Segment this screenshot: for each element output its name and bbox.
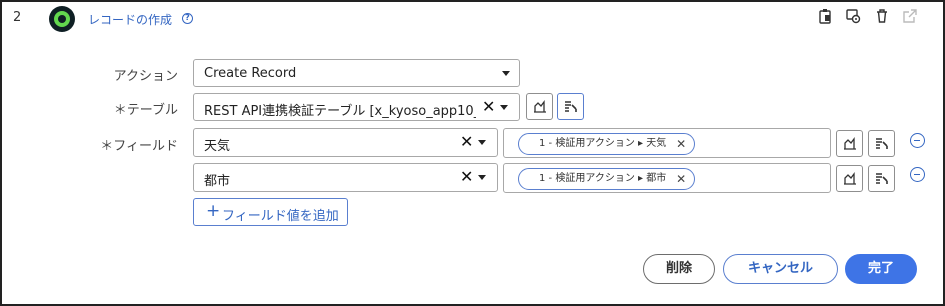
action-step-panel: 2 レコードの作成 ? アクション Create Record ＊テーブル RE…: [0, 0, 945, 306]
field-select[interactable]: 都市 ✕: [193, 163, 498, 192]
table-select[interactable]: REST API連携検証テーブル [x_kyoso_app10_r... ✕: [193, 93, 520, 121]
add-field-value-button[interactable]: + フィールド値を追加: [193, 198, 348, 226]
data-pill-label: 1 - 検証用アクション ▸ 天気: [539, 138, 667, 149]
cancel-button[interactable]: キャンセル: [723, 254, 838, 284]
data-pill-picker-button[interactable]: [526, 93, 553, 120]
trash-icon[interactable]: [874, 8, 890, 24]
chevron-down-icon: [500, 105, 508, 110]
field-select[interactable]: 天気 ✕: [193, 128, 498, 157]
step-title[interactable]: レコードの作成: [88, 11, 172, 28]
done-button[interactable]: 完了: [845, 254, 917, 284]
clear-icon[interactable]: ✕: [482, 98, 495, 116]
data-pill[interactable]: 1 - 検証用アクション ▸ 都市 ✕: [518, 168, 696, 190]
remove-field-icon[interactable]: [910, 167, 925, 182]
fields-label: ＊フィールド: [100, 139, 178, 154]
field-value-input[interactable]: 1 - 検証用アクション ▸ 都市 ✕: [503, 163, 831, 193]
field-value-input[interactable]: 1 - 検証用アクション ▸ 天気 ✕: [503, 128, 831, 158]
data-pill-picker-button[interactable]: [836, 130, 863, 157]
remove-pill-icon[interactable]: ✕: [676, 169, 686, 189]
data-pill[interactable]: 1 - 検証用アクション ▸ 天気 ✕: [518, 133, 696, 155]
reference-picker-button[interactable]: [868, 165, 895, 192]
action-label: アクション: [113, 69, 178, 84]
chevron-down-icon: [502, 71, 510, 76]
step-status-icon: [49, 6, 75, 32]
plus-icon: +: [206, 201, 221, 221]
table-value: REST API連携検証テーブル [x_kyoso_app10_r...: [204, 104, 476, 119]
data-pill-label: 1 - 検証用アクション ▸ 都市: [539, 173, 667, 184]
remove-field-icon[interactable]: [910, 133, 925, 148]
field-name: 天気: [204, 139, 231, 154]
action-select[interactable]: Create Record: [193, 59, 520, 87]
remove-pill-icon[interactable]: ✕: [676, 134, 686, 154]
reference-picker-button[interactable]: [557, 93, 584, 120]
step-number: 2: [13, 10, 22, 25]
delete-button[interactable]: 削除: [643, 254, 715, 284]
clipboard-icon[interactable]: [817, 8, 833, 24]
clear-icon[interactable]: ✕: [460, 168, 473, 186]
data-pill-picker-button[interactable]: [836, 165, 863, 192]
chevron-down-icon: [478, 175, 486, 180]
gear-badge-icon[interactable]: [845, 8, 861, 24]
reference-picker-button[interactable]: [868, 130, 895, 157]
action-value: Create Record: [204, 66, 297, 81]
clear-icon[interactable]: ✕: [460, 133, 473, 151]
field-name: 都市: [204, 174, 231, 189]
external-link-icon: [902, 8, 918, 24]
add-field-value-label: フィールド値を追加: [222, 209, 339, 224]
chevron-down-icon: [478, 140, 486, 145]
table-label: ＊テーブル: [113, 103, 178, 118]
help-icon[interactable]: ?: [182, 13, 193, 24]
